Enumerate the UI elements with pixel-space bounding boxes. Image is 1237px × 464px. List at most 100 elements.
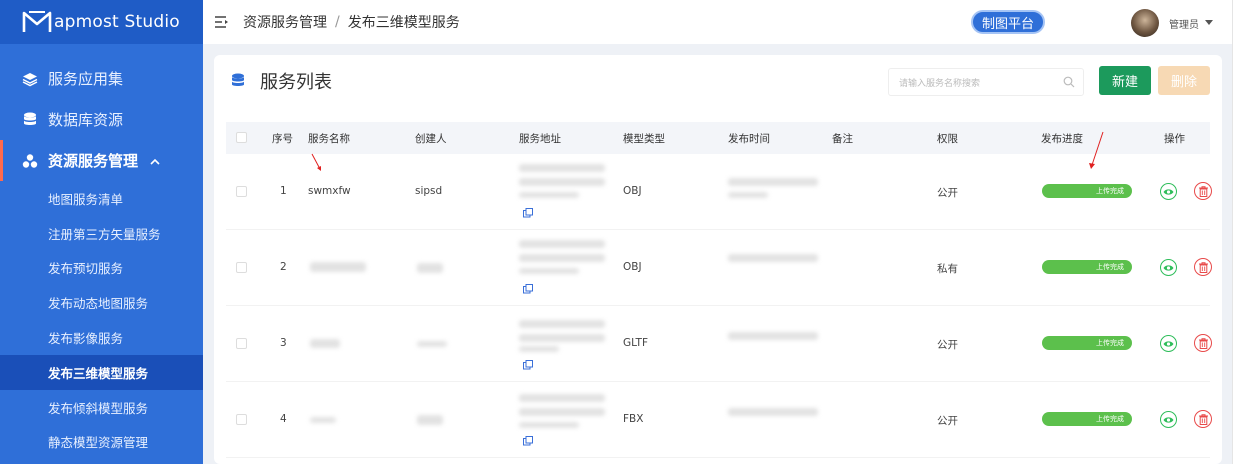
menu-label: 服务应用集 bbox=[48, 70, 124, 88]
submenu-item-static-model[interactable]: 静态模型资源管理 bbox=[0, 425, 203, 460]
window-edge bbox=[1232, 0, 1237, 464]
user-menu[interactable]: 管理员 bbox=[1131, 9, 1213, 37]
database-icon bbox=[232, 73, 244, 86]
search-icon[interactable] bbox=[1063, 76, 1075, 88]
address-blurred bbox=[519, 192, 579, 198]
progress-label: 上传完成 bbox=[1096, 187, 1124, 195]
submenu-item-dynamic-map[interactable]: 发布动态地图服务 bbox=[0, 285, 203, 320]
menu-item-service-apps[interactable]: 服务应用集 bbox=[0, 58, 203, 99]
eye-icon bbox=[1163, 340, 1174, 347]
column-header: 备注 bbox=[832, 133, 853, 145]
address-blurred bbox=[519, 334, 605, 342]
progress-label: 上传完成 bbox=[1096, 339, 1124, 347]
cell-index: 3 bbox=[280, 337, 287, 349]
layers-icon bbox=[22, 71, 38, 87]
menu-label: 资源服务管理 bbox=[48, 152, 139, 170]
view-button[interactable] bbox=[1160, 335, 1177, 352]
panel-title: 服务列表 bbox=[260, 72, 332, 93]
trash-icon bbox=[1198, 337, 1208, 349]
address-blurred bbox=[519, 268, 579, 274]
sidebar: apmost Studio 服务应用集 数据库资源 资源服务管理 地图服务清单 bbox=[0, 0, 203, 464]
copy-icon[interactable] bbox=[523, 208, 533, 218]
logo-text: apmost Studio bbox=[54, 12, 180, 32]
menu-label: 数据库资源 bbox=[48, 111, 124, 129]
row-checkbox[interactable] bbox=[236, 414, 247, 425]
table-row[interactable]: 3 GLTF 公开 上传完成 bbox=[226, 306, 1212, 382]
breadcrumb-separator: / bbox=[335, 14, 340, 30]
view-button[interactable] bbox=[1160, 259, 1177, 276]
name-blurred bbox=[310, 339, 340, 348]
avatar[interactable] bbox=[1131, 9, 1159, 37]
map-platform-button[interactable]: 制图平台 bbox=[971, 10, 1045, 34]
service-list-panel: 服务列表 请输入服务名称搜索 新建 删除 序号 服务名称 创建人 服务地址 模型… bbox=[214, 55, 1222, 464]
cluster-icon bbox=[22, 153, 38, 169]
delete-row-button[interactable] bbox=[1194, 410, 1212, 428]
cell-permission: 公开 bbox=[937, 187, 958, 199]
table-row[interactable]: 1 swmxfw sipsd OBJ 公开 上传完成 bbox=[226, 154, 1212, 230]
cell-name: swmxfw bbox=[308, 185, 351, 197]
address-blurred bbox=[519, 178, 605, 186]
progress-bar: 上传完成 bbox=[1042, 412, 1132, 426]
search-placeholder: 请输入服务名称搜索 bbox=[899, 78, 981, 89]
cell-index: 1 bbox=[280, 185, 287, 197]
cell-creator: sipsd bbox=[415, 185, 443, 197]
progress-label: 上传完成 bbox=[1096, 415, 1124, 423]
logo[interactable]: apmost Studio bbox=[0, 0, 203, 44]
search-input[interactable]: 请输入服务名称搜索 bbox=[888, 68, 1084, 96]
name-blurred bbox=[310, 417, 336, 423]
row-checkbox[interactable] bbox=[236, 262, 247, 273]
table-header: 序号 服务名称 创建人 服务地址 模型类型 发布时间 备注 权限 发布进度 操作 bbox=[226, 122, 1210, 154]
menu-item-database[interactable]: 数据库资源 bbox=[0, 99, 203, 140]
submenu-item-oblique-model[interactable]: 发布倾斜模型服务 bbox=[0, 390, 203, 425]
trash-icon bbox=[1198, 261, 1208, 273]
view-button[interactable] bbox=[1160, 183, 1177, 200]
delete-button[interactable]: 删除 bbox=[1158, 66, 1210, 95]
cell-model-type: FBX bbox=[623, 413, 644, 425]
column-header: 模型类型 bbox=[623, 133, 665, 145]
caret-down-icon[interactable] bbox=[1205, 18, 1213, 28]
top-header: 资源服务管理 / 发布三维模型服务 制图平台 管理员 bbox=[203, 0, 1237, 44]
eye-icon bbox=[1163, 264, 1174, 271]
trash-icon bbox=[1198, 413, 1208, 425]
cell-permission: 私有 bbox=[937, 263, 958, 275]
annotation-arrow-icon bbox=[1089, 131, 1104, 169]
table-row[interactable]: 2 OBJ 私有 上传完成 bbox=[226, 230, 1212, 306]
new-button[interactable]: 新建 bbox=[1099, 66, 1151, 95]
cell-permission: 公开 bbox=[937, 415, 958, 427]
submenu-item-map-list[interactable]: 地图服务清单 bbox=[0, 181, 203, 216]
menu-toggle-icon[interactable] bbox=[215, 16, 229, 28]
delete-row-button[interactable] bbox=[1194, 334, 1212, 352]
name-blurred bbox=[310, 262, 366, 272]
address-blurred bbox=[519, 320, 605, 328]
copy-icon[interactable] bbox=[523, 360, 533, 370]
main-menu: 服务应用集 数据库资源 资源服务管理 地图服务清单 注册第三方矢量服务 发布预切… bbox=[0, 44, 203, 459]
submenu-item-image-service[interactable]: 发布影像服务 bbox=[0, 320, 203, 355]
column-header: 服务名称 bbox=[308, 133, 350, 145]
breadcrumb-root[interactable]: 资源服务管理 bbox=[243, 12, 327, 32]
copy-icon[interactable] bbox=[523, 436, 533, 446]
delete-row-button[interactable] bbox=[1194, 182, 1212, 200]
menu-item-resource-service[interactable]: 资源服务管理 bbox=[0, 140, 203, 181]
address-blurred bbox=[519, 346, 559, 352]
table-row[interactable]: 4 FBX 公开 上传完成 bbox=[226, 382, 1212, 458]
chevron-up-icon bbox=[150, 154, 160, 168]
database-icon bbox=[22, 112, 38, 128]
eye-icon bbox=[1163, 188, 1174, 195]
delete-row-button[interactable] bbox=[1194, 258, 1212, 276]
address-blurred bbox=[519, 164, 605, 172]
row-checkbox[interactable] bbox=[236, 338, 247, 349]
row-checkbox[interactable] bbox=[236, 186, 247, 197]
address-blurred bbox=[519, 422, 579, 428]
address-blurred bbox=[519, 408, 605, 416]
cell-model-type: OBJ bbox=[623, 261, 642, 273]
view-button[interactable] bbox=[1160, 411, 1177, 428]
trash-icon bbox=[1198, 185, 1208, 197]
copy-icon[interactable] bbox=[523, 284, 533, 294]
progress-bar: 上传完成 bbox=[1042, 260, 1132, 274]
submenu-item-third-party-vector[interactable]: 注册第三方矢量服务 bbox=[0, 216, 203, 251]
creator-blurred bbox=[417, 415, 443, 425]
select-all-checkbox[interactable] bbox=[236, 132, 247, 143]
progress-bar: 上传完成 bbox=[1042, 336, 1132, 350]
submenu-item-3d-model[interactable]: 发布三维模型服务 bbox=[0, 354, 203, 390]
submenu-item-pre-cut[interactable]: 发布预切服务 bbox=[0, 251, 203, 286]
